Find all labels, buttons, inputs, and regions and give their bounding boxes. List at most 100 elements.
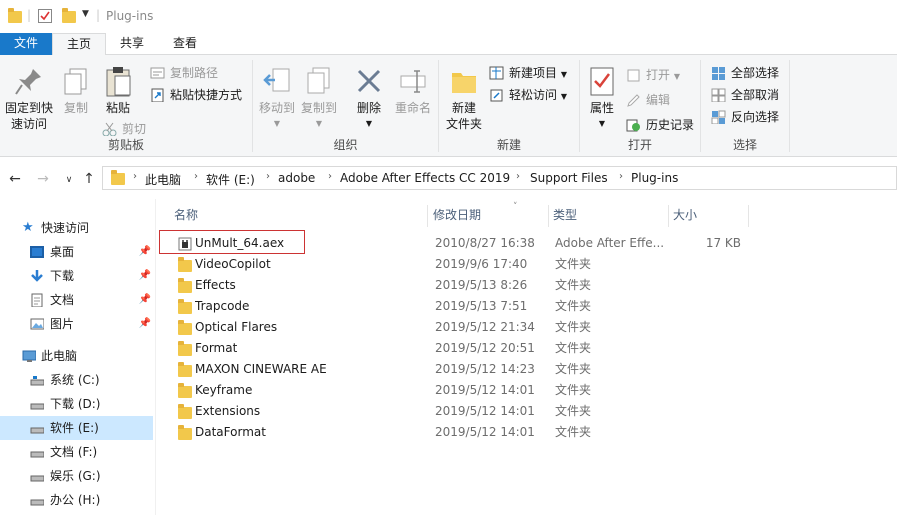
table-row[interactable]: DataFormat 2019/5/12 14:01 文件夹 xyxy=(157,422,897,443)
copy-to-button[interactable]: 复制到 ▼ xyxy=(299,65,339,132)
invert-selection-icon xyxy=(711,110,726,124)
nav-drive-h[interactable]: 办公 (H:) xyxy=(0,488,153,512)
table-row[interactable]: Format 2019/5/12 20:51 文件夹 xyxy=(157,338,897,359)
up-arrow-icon[interactable]: ↑ xyxy=(80,171,98,187)
file-size: 17 KB xyxy=(705,236,741,250)
clipboard-group-label: 剪贴板 xyxy=(107,138,144,152)
nav-drive-c[interactable]: 系统 (C:) xyxy=(0,368,153,392)
nav-this-pc[interactable]: 此电脑 xyxy=(0,344,153,368)
table-row[interactable]: Keyframe 2019/5/12 14:01 文件夹 xyxy=(157,380,897,401)
breadcrumb-drive-e[interactable]: 软件 (E:) xyxy=(206,171,255,188)
column-header-date[interactable]: 修改日期 ˅ xyxy=(433,202,549,227)
copy-path-icon xyxy=(150,67,165,79)
open-button[interactable]: 打开 ▼ xyxy=(626,65,680,85)
pin-quick-access-button[interactable]: 固定到快 速访问 xyxy=(4,65,54,132)
nav-documents[interactable]: 文档 📌 xyxy=(0,288,153,312)
tab-home[interactable]: 主页 xyxy=(52,33,106,56)
properties-quick-icon[interactable] xyxy=(38,9,52,23)
open-icon xyxy=(627,69,640,82)
forward-arrow-icon[interactable]: → xyxy=(34,171,52,187)
nav-desktop[interactable]: 桌面 📌 xyxy=(0,240,153,264)
file-type: 文件夹 xyxy=(555,257,592,271)
tab-file[interactable]: 文件 xyxy=(0,33,52,55)
tab-share[interactable]: 共享 xyxy=(106,33,158,55)
properties-button[interactable]: 属性 ▼ xyxy=(584,65,620,132)
new-item-button[interactable]: 新建项目 ▼ xyxy=(489,63,567,83)
breadcrumb-adobe[interactable]: adobe xyxy=(278,171,315,185)
table-row[interactable]: VideoCopilot 2019/9/6 17:40 文件夹 xyxy=(157,254,897,275)
breadcrumb-this-pc[interactable]: 此电脑 xyxy=(145,171,181,188)
delete-x-icon xyxy=(353,65,385,97)
nav-quick-access[interactable]: ★ 快速访问 xyxy=(0,216,153,240)
breadcrumb-support-files[interactable]: Support Files xyxy=(530,171,608,185)
file-date: 2019/5/12 21:34 xyxy=(435,320,535,334)
chevron-right-icon[interactable]: › xyxy=(194,171,198,182)
file-name: DataFormat xyxy=(195,425,266,439)
file-name: Trapcode xyxy=(195,299,250,313)
column-header-size[interactable]: 大小 xyxy=(673,205,749,227)
pictures-icon xyxy=(30,318,44,330)
move-to-icon xyxy=(261,65,293,97)
drive-icon xyxy=(30,499,44,506)
chevron-right-icon[interactable]: › xyxy=(266,171,270,182)
column-header-name[interactable]: 名称 xyxy=(174,205,428,227)
dropdown-arrow-icon: ▼ xyxy=(598,119,606,128)
file-date: 2010/8/27 16:38 xyxy=(435,236,535,250)
copy-path-button[interactable]: 复制路径 xyxy=(150,63,218,83)
folder-icon xyxy=(178,278,192,293)
file-date: 2019/5/12 14:01 xyxy=(435,425,535,439)
file-explorer-window: | ▼ | Plug-ins 文件 主页 共享 查看 固定到快 速访问 复制 粘… xyxy=(0,0,897,515)
recent-locations-chevron-icon[interactable]: ∨ xyxy=(60,175,78,185)
copy-button[interactable]: 复制 xyxy=(58,65,94,116)
table-row[interactable]: MAXON CINEWARE AE 2019/5/12 14:23 文件夹 xyxy=(157,359,897,380)
edit-button[interactable]: 编辑 xyxy=(626,90,670,110)
nav-drive-d[interactable]: 下载 (D:) xyxy=(0,392,153,416)
history-button[interactable]: 历史记录 xyxy=(626,115,694,135)
breadcrumb-plug-ins[interactable]: Plug-ins xyxy=(631,171,678,185)
select-all-button[interactable]: 全部选择 xyxy=(711,63,779,83)
move-to-button[interactable]: 移动到 ▼ xyxy=(257,65,297,132)
file-date: 2019/5/12 14:23 xyxy=(435,362,535,376)
file-name: Optical Flares xyxy=(195,320,278,334)
copy-to-icon xyxy=(303,65,335,97)
rename-button[interactable]: 重命名 xyxy=(391,65,435,116)
chevron-right-icon[interactable]: › xyxy=(328,171,332,182)
history-clock-icon xyxy=(626,119,640,132)
new-folder-quick-icon[interactable] xyxy=(62,8,76,23)
invert-selection-button[interactable]: 反向选择 xyxy=(711,107,779,127)
nav-downloads[interactable]: 下载 📌 xyxy=(0,264,153,288)
back-arrow-icon[interactable]: ← xyxy=(6,171,24,187)
file-type: 文件夹 xyxy=(555,383,592,397)
paste-button[interactable]: 粘贴 xyxy=(98,65,138,116)
qat-dropdown-icon[interactable]: ▼ xyxy=(82,9,89,19)
breadcrumb-ae[interactable]: Adobe After Effects CC 2019 xyxy=(340,171,510,185)
address-box[interactable]: › 此电脑 › 软件 (E:) › adobe › Adobe After Ef… xyxy=(102,166,897,190)
new-folder-button[interactable]: 新建 文件夹 xyxy=(441,65,487,132)
table-row[interactable]: Effects 2019/5/13 8:26 文件夹 xyxy=(157,275,897,296)
select-none-button[interactable]: 全部取消 xyxy=(711,85,779,105)
chevron-right-icon[interactable]: › xyxy=(133,171,137,182)
paste-shortcut-button[interactable]: 粘贴快捷方式 xyxy=(150,85,242,105)
nav-drive-e[interactable]: 软件 (E:) xyxy=(0,416,153,440)
table-row[interactable]: Optical Flares 2019/5/12 21:34 文件夹 xyxy=(157,317,897,338)
table-row[interactable]: Extensions 2019/5/12 14:01 文件夹 xyxy=(157,401,897,422)
column-header-type[interactable]: 类型 xyxy=(553,205,669,227)
chevron-right-icon[interactable]: › xyxy=(619,171,623,182)
tab-view[interactable]: 查看 xyxy=(158,33,212,55)
folder-icon xyxy=(178,299,192,314)
file-date: 2019/5/13 8:26 xyxy=(435,278,528,292)
nav-pictures[interactable]: 图片 📌 xyxy=(0,312,153,336)
drive-icon xyxy=(30,451,44,458)
rename-icon xyxy=(397,65,429,97)
chevron-right-icon[interactable]: › xyxy=(516,171,520,182)
nav-drive-f[interactable]: 文档 (F:) xyxy=(0,440,153,464)
file-name: Extensions xyxy=(195,404,261,418)
delete-button[interactable]: 删除 ▼ xyxy=(349,65,389,132)
table-row[interactable]: Trapcode 2019/5/13 7:51 文件夹 xyxy=(157,296,897,317)
download-arrow-icon xyxy=(31,270,43,282)
separator: | xyxy=(27,8,32,22)
easy-access-button[interactable]: 轻松访问 ▼ xyxy=(489,85,567,105)
ribbon-separator xyxy=(789,60,790,152)
ribbon-tabs: 文件 主页 共享 查看 xyxy=(0,33,897,56)
nav-drive-g[interactable]: 娱乐 (G:) xyxy=(0,464,153,488)
